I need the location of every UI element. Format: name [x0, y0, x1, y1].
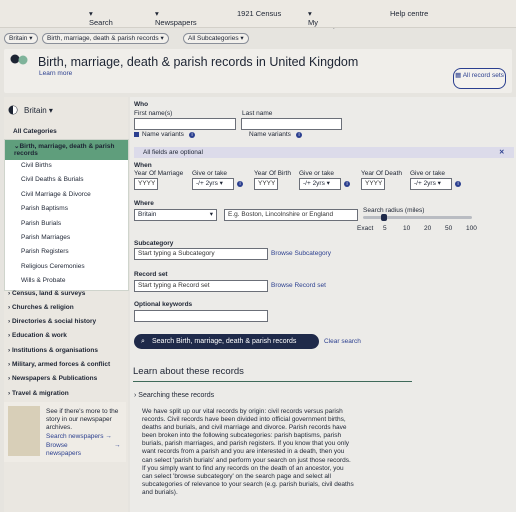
breadcrumb: Britain ▾ Birth, marriage, death & paris…	[0, 29, 516, 47]
radius-label: Search radius (miles)	[363, 207, 425, 214]
radius-tick: 50	[445, 225, 453, 232]
search-button[interactable]: ⌕ Search Birth, marriage, death & parish…	[134, 334, 319, 349]
subcategory-panel: ⌄Birth, marriage, death & parish records…	[4, 139, 129, 291]
subcat-religious[interactable]: Religious Ceremonies	[21, 263, 85, 270]
category-item[interactable]: › Military, armed forces & conflict	[8, 361, 110, 368]
nav-search[interactable]: Search ▾	[89, 9, 113, 27]
when-heading: When	[134, 162, 152, 169]
learn-paragraph: We have split up our vital records by or…	[142, 408, 354, 496]
page-header: Birth, marriage, death & parish records …	[4, 49, 512, 93]
give-take-label: Give or take	[299, 170, 335, 177]
year-birth-input[interactable]: YYYY	[254, 178, 278, 190]
category-item[interactable]: › Census, land & surveys	[8, 290, 85, 297]
record-type-icon	[10, 54, 28, 65]
info-icon[interactable]: i	[455, 181, 461, 187]
keywords-input[interactable]	[134, 310, 268, 322]
who-heading: Who	[134, 101, 149, 108]
grid-icon: ▦	[455, 72, 463, 79]
subcat-parish-registers[interactable]: Parish Registers	[21, 248, 69, 255]
newspaper-promo: See if there's more to the story in our …	[4, 402, 126, 462]
divider	[133, 381, 412, 382]
crumb-category[interactable]: Birth, marriage, death & parish records …	[42, 33, 169, 44]
browse-record-set-link[interactable]: Browse Record set	[271, 282, 326, 289]
globe-icon	[8, 105, 18, 115]
name-variants-checkbox[interactable]	[134, 132, 139, 137]
subcat-civil-deaths[interactable]: Civil Deaths & Burials	[21, 176, 84, 183]
category-item[interactable]: › Travel & migration	[8, 390, 69, 397]
give-take-label: Give or take	[410, 170, 446, 177]
search-icon: ⌕	[141, 338, 145, 345]
promo-text: See if there's more to the story in our …	[46, 408, 119, 431]
newspaper-image	[8, 406, 40, 456]
subcat-parish-baptisms[interactable]: Parish Baptisms	[21, 205, 68, 212]
death-range-select[interactable]: -/+ 2yrs ▾	[410, 178, 452, 190]
year-death-label: Year Of Death	[361, 170, 402, 177]
radius-tick: Exact	[357, 225, 374, 232]
learn-heading: Learn about these records	[133, 366, 244, 377]
subcat-parish-marriages[interactable]: Parish Marriages	[21, 234, 70, 241]
subcat-wills[interactable]: Wills & Probate	[21, 277, 65, 284]
searching-records-toggle[interactable]: › Searching these records	[134, 392, 214, 399]
place-input[interactable]: E.g. Boston, Lincolnshire or England	[224, 209, 358, 221]
record-set-heading: Record set	[134, 271, 168, 278]
country-selector[interactable]: Britain ▾	[24, 106, 53, 115]
first-name-label: First name(s)	[134, 110, 173, 117]
info-icon[interactable]: i	[189, 132, 195, 138]
country-select[interactable]: Britain ▾	[134, 209, 217, 221]
top-nav: Search ▾ Newspapers ▾ 1921 Census My res…	[0, 0, 516, 36]
learn-more-link[interactable]: Learn more	[39, 70, 72, 77]
give-take-label: Give or take	[192, 170, 228, 177]
category-item[interactable]: › Directories & social history	[8, 318, 96, 325]
clear-search-link[interactable]: Clear search	[324, 338, 361, 345]
all-categories-link[interactable]: All Categories	[13, 128, 57, 135]
first-name-input[interactable]	[134, 118, 236, 130]
browse-newspapers-link[interactable]: Browse newspapers	[46, 442, 102, 458]
subcategory-heading: Subcategory	[134, 240, 174, 247]
keywords-heading: Optional keywords	[134, 301, 193, 308]
arrow-right-icon: →	[114, 442, 121, 449]
subcat-civil-births[interactable]: Civil Births	[21, 162, 52, 169]
crumb-country[interactable]: Britain ▾	[4, 33, 38, 44]
last-name-input[interactable]	[241, 118, 342, 130]
year-marriage-input[interactable]: YYYY	[134, 178, 158, 190]
where-heading: Where	[134, 200, 154, 207]
category-item[interactable]: › Churches & religion	[8, 304, 74, 311]
close-icon[interactable]: ✕	[499, 148, 504, 156]
name-variants-label: Name variants	[249, 131, 291, 138]
nav-newspapers[interactable]: Newspapers ▾	[155, 9, 197, 27]
optional-notice: All fields are optional	[134, 147, 514, 158]
browse-subcategory-link[interactable]: Browse Subcategory	[271, 250, 331, 257]
nav-census[interactable]: 1921 Census	[237, 9, 281, 18]
subcat-civil-marriage[interactable]: Civil Marriage & Divorce	[21, 191, 91, 198]
crumb-subcategory[interactable]: All Subcategories ▾	[183, 33, 249, 44]
radius-track[interactable]	[363, 216, 472, 219]
year-birth-label: Year Of Birth	[254, 170, 291, 177]
subcategory-input[interactable]: Start typing a Subcategory	[134, 248, 268, 260]
info-icon[interactable]: i	[296, 132, 302, 138]
birth-range-select[interactable]: -/+ 2yrs ▾	[299, 178, 341, 190]
record-set-input[interactable]: Start typing a Record set	[134, 280, 268, 292]
last-name-label: Last name	[242, 110, 273, 117]
radius-tick: 20	[424, 225, 432, 232]
page-title: Birth, marriage, death & parish records …	[38, 55, 359, 69]
nav-help[interactable]: Help centre	[390, 9, 428, 18]
info-icon[interactable]: i	[237, 181, 243, 187]
marriage-range-select[interactable]: -/+ 2yrs ▾	[192, 178, 234, 190]
name-variants-label: Name variants	[142, 131, 184, 138]
radius-handle[interactable]	[381, 214, 387, 221]
radius-tick: 100	[466, 225, 477, 232]
subcat-parish-burials[interactable]: Parish Burials	[21, 220, 61, 227]
year-death-input[interactable]: YYYY	[361, 178, 385, 190]
all-record-sets-button[interactable]: ▦ All record sets	[453, 68, 506, 89]
search-newspapers-link[interactable]: Search newspapers →	[46, 433, 112, 440]
radius-tick: 10	[403, 225, 411, 232]
category-item[interactable]: › Education & work	[8, 332, 67, 339]
info-icon[interactable]: i	[344, 181, 350, 187]
category-item[interactable]: › Institutions & organisations	[8, 347, 98, 354]
nav-my-research[interactable]: My research ▾	[308, 9, 337, 36]
radius-tick: 5	[383, 225, 387, 232]
category-item[interactable]: › Newspapers & Publications	[8, 375, 97, 382]
year-marriage-label: Year Of Marriage	[134, 170, 184, 177]
active-category[interactable]: ⌄Birth, marriage, death & parish records	[5, 140, 128, 160]
